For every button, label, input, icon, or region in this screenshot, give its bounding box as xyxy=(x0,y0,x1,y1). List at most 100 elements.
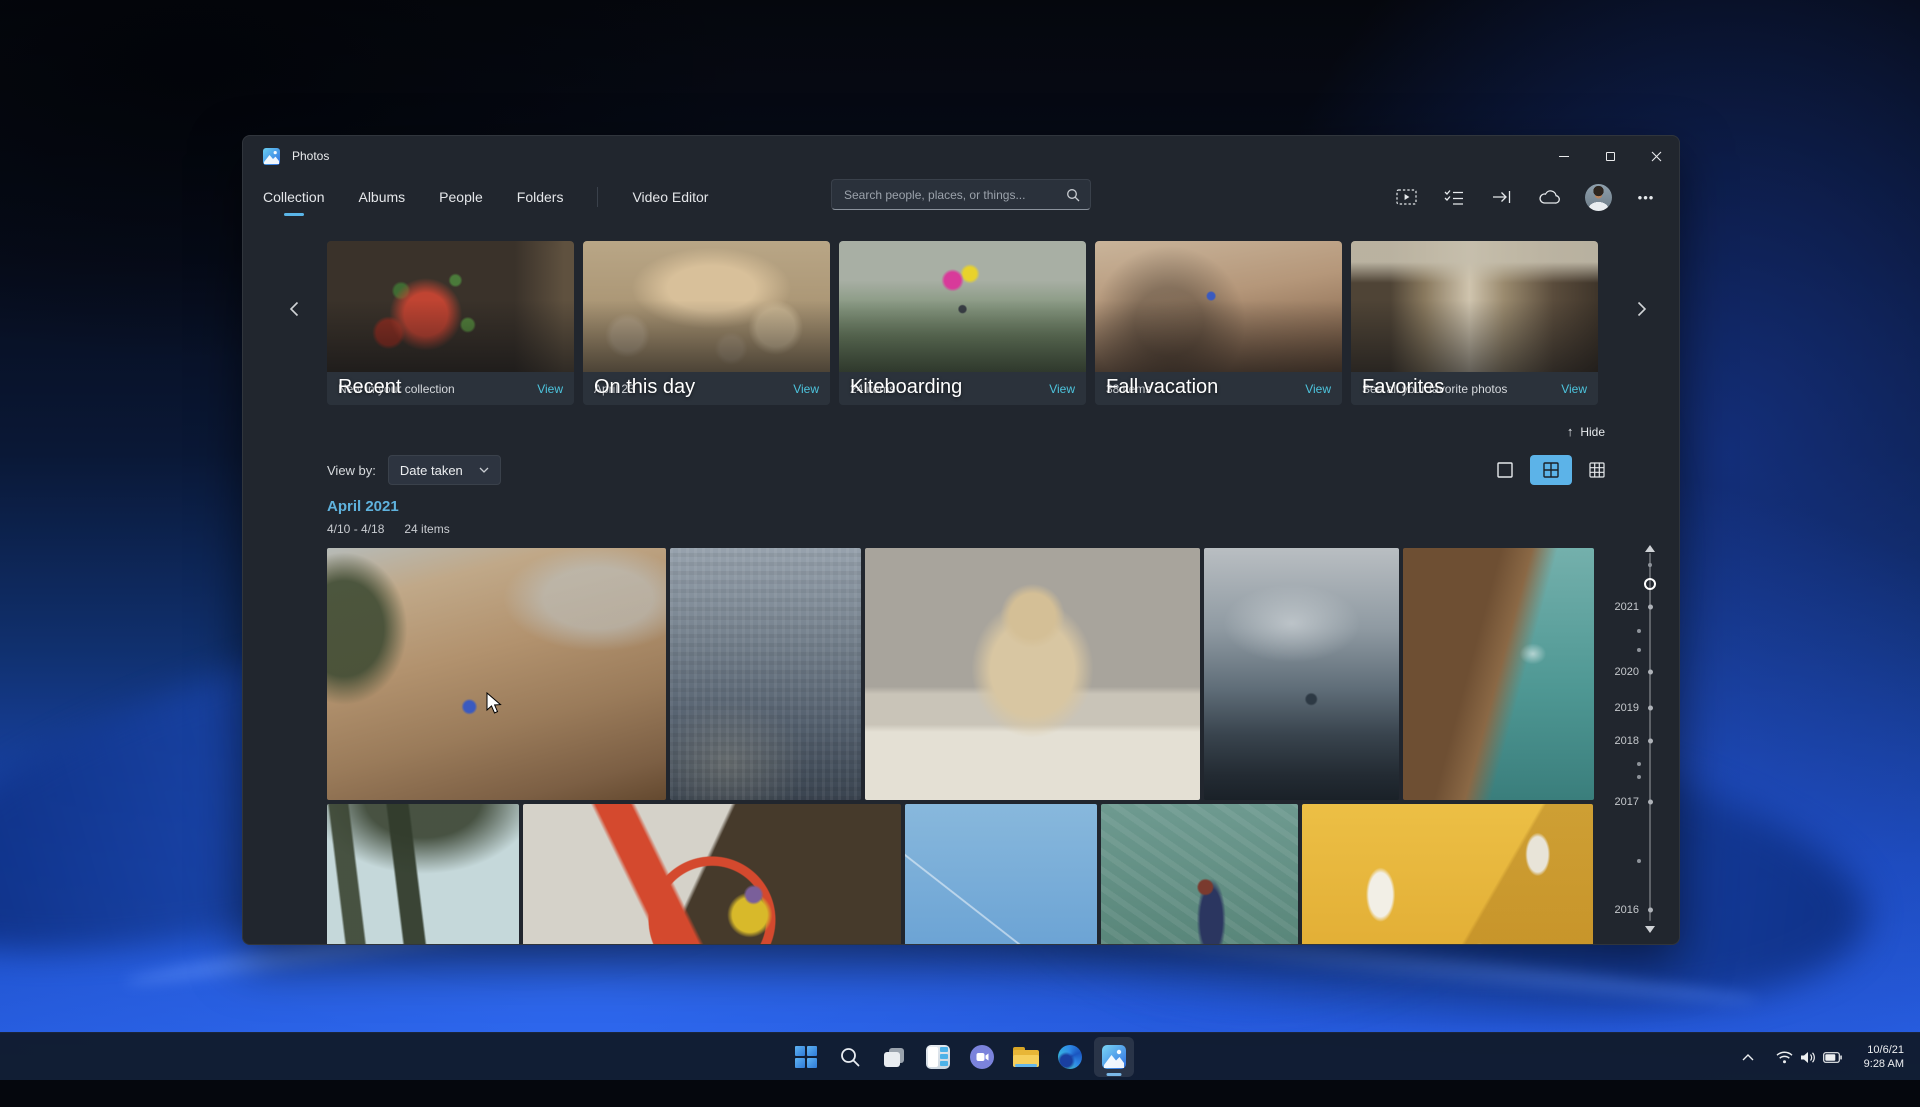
date-group-title[interactable]: April 2021 xyxy=(327,498,399,515)
scroll-up-icon[interactable] xyxy=(1645,545,1655,552)
search-icon[interactable] xyxy=(1066,188,1080,202)
card-thumbnail xyxy=(1351,241,1598,372)
select-button[interactable] xyxy=(1435,179,1473,215)
timeline-year-2016[interactable]: 2016 xyxy=(1603,903,1673,917)
card-title: Kiteboarding xyxy=(850,376,962,399)
photo-thumbnail[interactable] xyxy=(1403,548,1594,800)
import-button[interactable] xyxy=(1483,179,1521,215)
navigation-bar: Collection Albums People Folders Video E… xyxy=(243,174,1679,220)
carousel-card-on-this-day[interactable]: On this day April 23 View xyxy=(583,241,830,405)
card-thumbnail xyxy=(1095,241,1342,372)
timeline-year-2017[interactable]: 2017 xyxy=(1603,795,1673,809)
system-tray: 10/6/21 9:28 AM xyxy=(1734,1033,1912,1081)
carousel-card-fall-vacation[interactable]: Fall vacation 38 items View xyxy=(1095,241,1342,405)
onedrive-button[interactable] xyxy=(1531,179,1569,215)
small-grid-toggle[interactable] xyxy=(1581,455,1613,485)
taskbar-clock[interactable]: 10/6/21 9:28 AM xyxy=(1856,1039,1912,1075)
small-grid-icon xyxy=(1589,462,1605,478)
photo-thumbnail[interactable] xyxy=(327,804,519,945)
file-explorer-icon xyxy=(1013,1047,1039,1067)
large-grid-icon xyxy=(1543,462,1559,478)
timeline-dot[interactable] xyxy=(1637,775,1641,779)
timeline-dot[interactable] xyxy=(1637,762,1641,766)
tab-collection[interactable]: Collection xyxy=(263,174,324,220)
taskbar-search-button[interactable] xyxy=(830,1037,870,1077)
file-explorer-button[interactable] xyxy=(1006,1037,1046,1077)
view-options-bar: View by: Date taken xyxy=(327,454,1613,486)
import-icon xyxy=(1492,189,1512,205)
photo-thumbnail[interactable] xyxy=(523,804,901,945)
timeline-year-2018[interactable]: 2018 xyxy=(1603,734,1673,748)
photo-thumbnail[interactable] xyxy=(670,548,861,800)
tray-time: 9:28 AM xyxy=(1864,1057,1904,1071)
view-link[interactable]: View xyxy=(1561,382,1587,396)
maximize-button[interactable] xyxy=(1587,136,1633,176)
view-link[interactable]: View xyxy=(1049,382,1075,396)
carousel-previous-button[interactable] xyxy=(281,296,307,322)
search-input[interactable] xyxy=(832,188,1066,202)
widgets-button[interactable] xyxy=(918,1037,958,1077)
tab-people[interactable]: People xyxy=(439,174,483,220)
large-grid-toggle-selected[interactable] xyxy=(1530,455,1572,485)
photo-thumbnail[interactable] xyxy=(327,548,666,800)
edge-icon xyxy=(1058,1045,1082,1069)
view-link[interactable]: View xyxy=(1305,382,1331,396)
window-title: Photos xyxy=(292,149,329,163)
tab-video-editor[interactable]: Video Editor xyxy=(632,174,708,220)
timeline-scrollbar[interactable]: 2021 2020 2019 2018 2017 2016 xyxy=(1603,541,1673,935)
close-button[interactable] xyxy=(1633,136,1679,176)
hide-label: Hide xyxy=(1580,425,1605,439)
timeline-dot[interactable] xyxy=(1637,629,1641,633)
slideshow-button[interactable] xyxy=(1387,179,1425,215)
timeline-dot[interactable] xyxy=(1648,563,1652,567)
carousel-next-button[interactable] xyxy=(1629,296,1655,322)
collection-carousel: Recent New in your collection View On th… xyxy=(327,241,1598,405)
minimize-icon xyxy=(1559,156,1569,157)
maximize-icon xyxy=(1606,152,1615,161)
photo-thumbnail[interactable] xyxy=(1204,548,1399,800)
carousel-card-recent[interactable]: Recent New in your collection View xyxy=(327,241,574,405)
hide-carousel-button[interactable]: ↑ Hide xyxy=(1559,420,1613,443)
nav-tabs: Collection Albums People Folders Video E… xyxy=(263,174,708,220)
account-avatar xyxy=(1585,184,1612,211)
minimize-button[interactable] xyxy=(1541,136,1587,176)
titlebar[interactable]: Photos xyxy=(243,136,1679,176)
view-link[interactable]: View xyxy=(537,382,563,396)
single-view-toggle[interactable] xyxy=(1489,455,1521,485)
tray-status-icons[interactable] xyxy=(1768,1045,1850,1070)
carousel-card-kiteboarding[interactable]: Kiteboarding 24 items View xyxy=(839,241,1086,405)
chat-button[interactable] xyxy=(962,1037,1002,1077)
see-more-button[interactable]: ••• xyxy=(1627,179,1665,215)
select-icon xyxy=(1444,188,1464,206)
timeline-position-indicator[interactable] xyxy=(1644,578,1656,590)
search-box[interactable] xyxy=(831,179,1091,210)
photo-thumbnail[interactable] xyxy=(865,548,1200,800)
close-icon xyxy=(1651,151,1662,162)
start-button[interactable] xyxy=(786,1037,826,1077)
carousel-card-favorites[interactable]: Favorites See all your favorite photos V… xyxy=(1351,241,1598,405)
timeline-year-2021[interactable]: 2021 xyxy=(1603,600,1673,614)
timeline-year-2020[interactable]: 2020 xyxy=(1603,665,1673,679)
scroll-down-icon[interactable] xyxy=(1645,926,1655,933)
sort-dropdown-value: Date taken xyxy=(400,463,463,478)
account-button[interactable] xyxy=(1579,179,1617,215)
chat-icon xyxy=(970,1045,994,1069)
chevron-up-icon xyxy=(1742,1054,1754,1061)
task-view-icon xyxy=(882,1045,906,1069)
view-link[interactable]: View xyxy=(793,382,819,396)
taskbar-center-icons xyxy=(786,1033,1134,1081)
sort-dropdown[interactable]: Date taken xyxy=(388,455,501,485)
tray-overflow-button[interactable] xyxy=(1734,1048,1762,1067)
edge-button[interactable] xyxy=(1050,1037,1090,1077)
timeline-dot[interactable] xyxy=(1637,859,1641,863)
timeline-year-2019[interactable]: 2019 xyxy=(1603,701,1673,715)
photos-taskbar-button[interactable] xyxy=(1094,1037,1134,1077)
photo-thumbnail[interactable] xyxy=(905,804,1097,945)
photo-thumbnail[interactable] xyxy=(1101,804,1298,945)
timeline-dot[interactable] xyxy=(1637,648,1641,652)
task-view-button[interactable] xyxy=(874,1037,914,1077)
photo-thumbnail[interactable] xyxy=(1302,804,1593,945)
tab-folders[interactable]: Folders xyxy=(517,174,564,220)
tab-albums[interactable]: Albums xyxy=(358,174,405,220)
start-icon xyxy=(795,1046,817,1068)
